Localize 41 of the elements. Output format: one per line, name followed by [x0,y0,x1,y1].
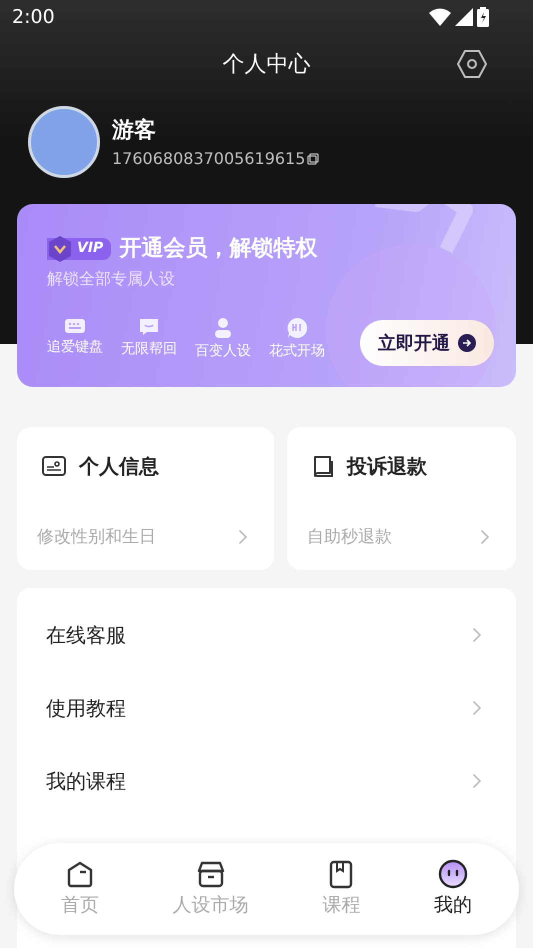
chevron-right-icon [472,772,482,788]
book-icon [311,454,335,478]
smile-chat-icon [138,317,160,337]
shortcut-card[interactable]: 投诉退款 自助秒退款 [287,427,516,570]
chevron-right-icon [472,626,482,642]
copy-icon[interactable] [307,152,320,164]
shield-v-icon [47,234,73,262]
face-icon [438,858,468,889]
vip-badge: VIP [47,238,112,260]
person-icon [212,317,234,339]
id-card-icon [41,454,67,478]
card-subtitle: 自助秒退款 [307,526,392,548]
vip-subtitle: 解锁全部专属人设 [47,268,176,290]
status-time: 2:00 [12,4,55,30]
chevron-right-icon [480,529,490,546]
user-id: 1760680837005619615 [112,148,306,170]
page-title: 个人中心 [222,50,310,78]
vip-title: 开通会员，解锁特权 [119,235,318,263]
tab[interactable]: 我的 [434,858,472,920]
user-name: 游客 [112,116,157,144]
keyboard-icon [64,317,86,335]
card-subtitle: 修改性别和生日 [37,526,156,548]
card-title: 个人信息 [79,453,159,480]
chevron-right-icon [472,700,482,716]
settings-icon[interactable] [456,49,488,79]
perk-label: 百变人设 [195,342,251,361]
perk-label: 无限帮回 [121,340,177,359]
card-title: 投诉退款 [347,453,427,480]
menu-item[interactable]: 使用教程 [17,671,516,744]
hi-bubble-icon [286,317,308,339]
perk-label: 追爱键盘 [47,338,103,357]
menu-item[interactable]: 我的课程 [17,744,516,817]
perk-label: 花式开场 [269,342,325,361]
menu-item[interactable]: 在线客服 [17,598,516,671]
arrow-right-circle-icon [458,334,476,352]
wifi-icon [429,8,451,26]
chevron-right-icon [238,529,248,546]
signal-icon [455,8,473,26]
battery-charging-icon [477,7,489,27]
activate-button[interactable]: 立即开通 [360,320,494,366]
shortcut-card[interactable]: 个人信息 修改性别和生日 [17,427,274,570]
